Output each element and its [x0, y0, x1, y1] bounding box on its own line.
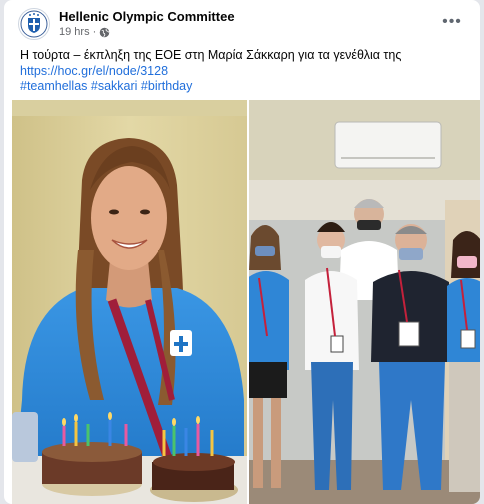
hashtag-birthday[interactable]: #birthday: [141, 79, 192, 93]
hashtag-sakkari[interactable]: #sakkari: [91, 79, 138, 93]
post-link[interactable]: https://hoc.gr/el/node/3128: [20, 64, 468, 80]
hashtag-teamhellas[interactable]: #teamhellas: [20, 79, 87, 93]
more-options-button[interactable]: •••: [442, 13, 462, 31]
more-horizontal-icon: •••: [442, 13, 462, 30]
olympic-committee-logo-icon: [20, 10, 48, 38]
post-card: Hellenic Olympic Committee 19 hrs · ••• …: [4, 0, 480, 504]
photo-birthday-cake[interactable]: [12, 100, 247, 504]
page-avatar[interactable]: [18, 8, 50, 40]
photo-group[interactable]: [249, 100, 480, 504]
post-caption: Η τούρτα – έκπληξη της ΕΟΕ στη Μαρία Σάκ…: [20, 48, 402, 62]
meta-separator: ·: [92, 26, 97, 38]
hashtag-list: #teamhellas #sakkari #birthday: [20, 79, 468, 95]
photo-gallery: [8, 100, 480, 504]
post-meta: 19 hrs ·: [59, 26, 110, 38]
post-text: Η τούρτα – έκπληξη της ΕΟΕ στη Μαρία Σάκ…: [20, 48, 468, 95]
post-timestamp[interactable]: 19 hrs: [59, 26, 90, 38]
page-name-link[interactable]: Hellenic Olympic Committee: [59, 9, 235, 24]
post-header: Hellenic Olympic Committee 19 hrs · •••: [4, 0, 480, 44]
globe-icon[interactable]: [99, 27, 110, 38]
